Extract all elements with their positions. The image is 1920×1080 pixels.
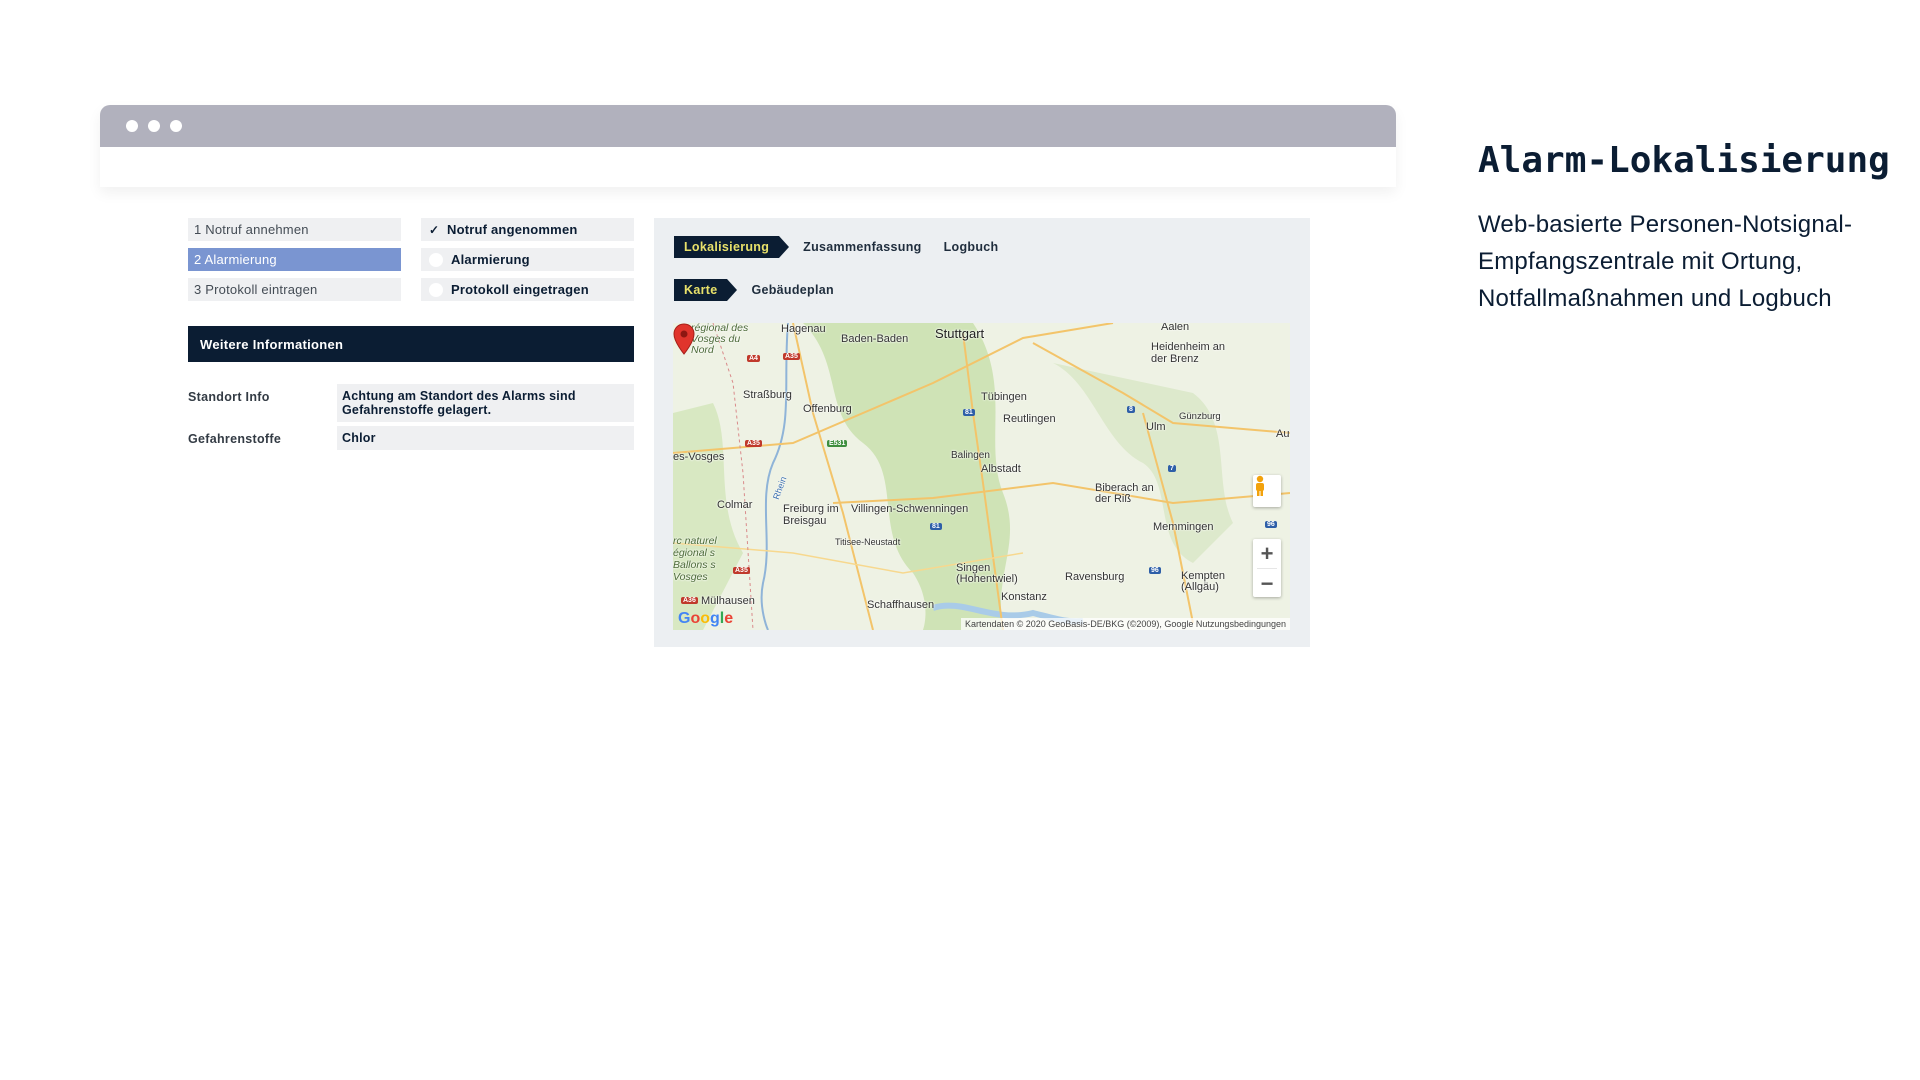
main-tabs: Lokalisierung Zusammenfassung Logbuch xyxy=(674,236,998,258)
road-shield-icon: 96 xyxy=(1149,567,1161,574)
map-label: Albstadt xyxy=(981,463,1021,475)
gefahrenstoffe-field[interactable]: Chlor xyxy=(337,426,634,450)
road-shield-icon: A36 xyxy=(681,597,698,604)
road-shield-icon: 8 xyxy=(1127,406,1135,413)
checkmark-icon: ✓ xyxy=(429,222,440,237)
tab-lokalisierung[interactable]: Lokalisierung xyxy=(674,236,790,258)
road-shield-icon: A35 xyxy=(745,440,762,447)
street-view-button[interactable] xyxy=(1253,475,1281,507)
road-shield-icon: 81 xyxy=(963,409,975,416)
map-label: Hagenau xyxy=(781,323,826,335)
map-label: Ravensburg xyxy=(1065,571,1125,583)
step-row: 3 Protokoll eintragen Protokoll eingetra… xyxy=(188,278,634,301)
tab-label: Karte xyxy=(684,283,718,297)
map-label: Villingen-Schwenningen xyxy=(851,503,969,515)
map-label: Günzburg xyxy=(1179,411,1221,422)
map-label: Reutlingen xyxy=(1003,413,1056,425)
map-label: Mülhausen xyxy=(701,595,755,607)
step-label: 2 Alarmierung xyxy=(194,252,277,267)
info-section-header: Weitere Informationen xyxy=(188,326,634,362)
step-item[interactable]: 3 Protokoll eintragen xyxy=(188,278,401,301)
zoom-in-button[interactable]: + xyxy=(1253,539,1281,568)
localization-card: Lokalisierung Zusammenfassung Logbuch Ka… xyxy=(654,218,1310,647)
map-label: Titisee-Neustadt xyxy=(835,537,901,547)
step-status-label: Notruf angenommen xyxy=(447,222,578,237)
map-label: Ulm xyxy=(1146,421,1166,433)
browser-title-bar xyxy=(100,105,1396,147)
radio-icon[interactable] xyxy=(429,282,443,297)
map-label: Konstanz xyxy=(1001,591,1047,603)
map-label: rc naturel égional s Ballons s Vosges xyxy=(673,535,717,583)
tab-logbuch[interactable]: Logbuch xyxy=(944,240,999,254)
map-label: Baden-Baden xyxy=(841,333,909,345)
tab-zusammenfassung[interactable]: Zusammenfassung xyxy=(803,240,921,254)
info-header-label: Weitere Informationen xyxy=(200,336,344,352)
step-status-label: Protokoll eingetragen xyxy=(451,282,589,297)
tab-karte[interactable]: Karte xyxy=(674,279,739,301)
step-status: Protokoll eingetragen xyxy=(421,278,634,301)
page-title: Alarm-Lokalisierung xyxy=(1478,140,1890,181)
step-row: 1 Notruf annehmen ✓ Notruf angenommen xyxy=(188,218,634,241)
step-status: ✓ Notruf angenommen xyxy=(421,218,634,241)
map-view[interactable]: Stuttgart Baden-Baden Hagenau régional d… xyxy=(673,323,1290,630)
map-label: Memmingen xyxy=(1153,521,1214,533)
field-row-standort: Standort Info Achtung am Standort des Al… xyxy=(188,384,634,422)
map-label: Biberach an der Riß xyxy=(1095,482,1154,505)
step-status-label: Alarmierung xyxy=(451,252,530,267)
step-status: Alarmierung xyxy=(421,248,634,271)
map-label: Au xyxy=(1276,428,1290,440)
tab-gebaeudeplan[interactable]: Gebäudeplan xyxy=(751,283,833,297)
map-label: Aalen xyxy=(1161,323,1190,333)
map-label: Offenburg xyxy=(803,403,852,415)
step-row: 2 Alarmierung Alarmierung xyxy=(188,248,634,271)
workflow-steps: 1 Notruf annehmen ✓ Notruf angenommen 2 … xyxy=(188,218,634,308)
step-label: 3 Protokoll eintragen xyxy=(194,282,318,297)
map-label: es-Vosges xyxy=(673,451,725,463)
field-label: Standort Info xyxy=(188,390,270,404)
window-dot-icon[interactable] xyxy=(126,120,138,132)
road-shield-icon: E531 xyxy=(827,440,848,447)
browser-window xyxy=(100,105,1396,187)
map-label: régional des Vosges du Nord xyxy=(691,323,749,356)
page-description: Web-basierte Personen-Notsignal-Empfangs… xyxy=(1478,211,1853,312)
zoom-out-button[interactable]: − xyxy=(1253,569,1281,598)
map-label: Heidenheim an der Brenz xyxy=(1151,341,1225,365)
window-dot-icon[interactable] xyxy=(170,120,182,132)
map-label: Colmar xyxy=(717,499,753,511)
road-shield-icon: A35 xyxy=(733,567,750,574)
road-shield-icon: 81 xyxy=(930,523,942,530)
road-shield-icon: A35 xyxy=(783,353,800,360)
step-item-active[interactable]: 2 Alarmierung xyxy=(188,248,401,271)
map-attribution[interactable]: Kartendaten © 2020 GeoBasis-DE/BKG (©200… xyxy=(961,618,1290,630)
road-shield-icon: A4 xyxy=(747,355,760,362)
map-label: Tübingen xyxy=(981,391,1027,403)
map-label: Straßburg xyxy=(743,389,792,401)
step-item[interactable]: 1 Notruf annehmen xyxy=(188,218,401,241)
window-dot-icon[interactable] xyxy=(148,120,160,132)
step-label: 1 Notruf annehmen xyxy=(194,222,309,237)
map-label: Schaffhausen xyxy=(867,599,935,611)
standort-info-field[interactable]: Achtung am Standort des Alarms sind Gefa… xyxy=(337,384,634,422)
location-pin-icon[interactable] xyxy=(673,323,695,355)
map-label: Freiburg im Breisgau xyxy=(783,503,839,527)
google-logo: Google xyxy=(678,610,734,627)
tab-label: Lokalisierung xyxy=(684,240,770,254)
road-shield-icon: 7 xyxy=(1168,465,1176,472)
road-shield-icon: 96 xyxy=(1265,521,1277,528)
sub-tabs: Karte Gebäudeplan xyxy=(674,279,834,301)
field-row-gefahrenstoffe: Gefahrenstoffe Chlor xyxy=(188,426,634,450)
radio-icon[interactable] xyxy=(429,252,443,267)
zoom-control: + − xyxy=(1253,539,1281,597)
pegman-icon xyxy=(1256,475,1264,496)
map-label: Singen (Hohentwiel) xyxy=(956,562,1018,585)
field-label: Gefahrenstoffe xyxy=(188,432,282,446)
map-label: Stuttgart xyxy=(935,326,985,341)
map-label: Balingen xyxy=(951,450,990,461)
map-label: Kempten (Allgäu) xyxy=(1181,570,1226,593)
